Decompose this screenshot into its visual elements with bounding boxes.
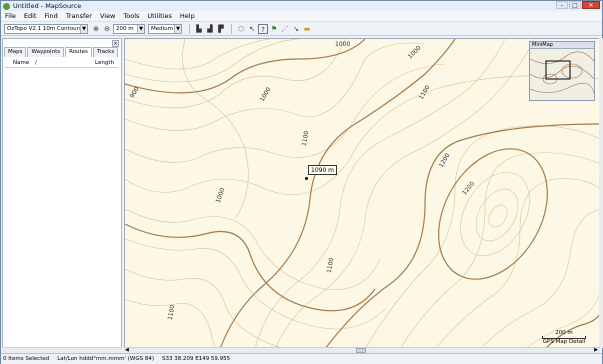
- mapsource-window: Untitled - MapSource – □ ✕ File Edit Fin…: [0, 0, 603, 364]
- sort-indicator: /: [35, 59, 37, 66]
- map-product-select[interactable]: OzTopo V2.1 10m Contours ▼: [4, 23, 88, 34]
- close-button[interactable]: ✕: [582, 1, 600, 9]
- zoom-level-value: 200 m: [116, 25, 134, 32]
- minimize-button[interactable]: –: [556, 1, 568, 9]
- menu-file[interactable]: File: [5, 12, 16, 20]
- tab-maps[interactable]: Maps: [4, 47, 27, 57]
- chevron-down-icon: ▼: [80, 24, 87, 33]
- map-product-value: OzTopo V2.1 10m Contours: [7, 25, 82, 32]
- detail-value: Medium: [151, 25, 173, 32]
- gps-map-detail-label: GPS Map Detail: [542, 339, 586, 345]
- toolbar-separator: [231, 23, 232, 34]
- chevron-down-icon: ▼: [137, 24, 144, 33]
- menu-tools[interactable]: Tools: [123, 12, 139, 20]
- status-selected: 0 Items Selected: [3, 356, 50, 362]
- menu-utilities[interactable]: Utilities: [147, 12, 171, 20]
- zoom-out-icon[interactable]: ⊖: [102, 24, 112, 34]
- routes-list-header: Name / Length: [5, 58, 118, 68]
- panel-tabs: Maps Waypoints Routes Tracks: [4, 47, 119, 57]
- tab-waypoints[interactable]: Waypoints: [27, 47, 65, 57]
- chevron-down-icon: ▼: [174, 24, 181, 33]
- status-coordinates: S33 38.209 E149 59.955: [161, 356, 231, 362]
- send-to-device-icon[interactable]: ▟: [205, 24, 215, 34]
- select-tool-icon[interactable]: ↖: [247, 24, 257, 34]
- toolbar-separator: [189, 23, 190, 34]
- map-view[interactable]: 1000 900 1000 1000 1100 1000 1100 1200 1…: [124, 38, 600, 348]
- column-length[interactable]: Length: [95, 60, 114, 66]
- toolbar: OzTopo V2.1 10m Contours ▼ ⊕ ⊖ 200 m ▼ M…: [1, 22, 602, 36]
- maximize-button[interactable]: □: [569, 1, 581, 9]
- menu-bar: File Edit Find Transfer View Tools Utili…: [1, 11, 602, 22]
- map-scale: 200 m GPS Map Detail: [539, 330, 589, 345]
- hand-tool-icon[interactable]: ?: [258, 23, 268, 34]
- minimap-panel[interactable]: MiniMap: [529, 41, 595, 101]
- left-panel: × Maps Waypoints Routes Tracks Name / Le…: [2, 38, 122, 353]
- zoom-level-select[interactable]: 200 m ▼: [113, 23, 145, 34]
- menu-view[interactable]: View: [100, 12, 115, 20]
- waypoint-tool-icon[interactable]: ⚑: [269, 24, 279, 34]
- window-controls: – □ ✕: [556, 1, 600, 10]
- zoom-in-icon[interactable]: ⊕: [91, 24, 101, 34]
- route-tool-icon[interactable]: ⋰: [280, 24, 290, 34]
- menu-edit[interactable]: Edit: [24, 12, 37, 20]
- tab-routes[interactable]: Routes: [65, 47, 92, 57]
- contour-label: 1000: [335, 41, 351, 48]
- window-title: Untitled - MapSource: [13, 2, 82, 10]
- menu-transfer[interactable]: Transfer: [66, 12, 92, 20]
- minimap-title: MiniMap: [530, 42, 594, 49]
- status-position-format: Lat/Lon hddd°mm.mmm' (WGS 84): [57, 356, 154, 362]
- column-name[interactable]: Name: [5, 60, 35, 66]
- close-icon[interactable]: ×: [112, 40, 119, 47]
- menu-help[interactable]: Help: [180, 12, 195, 20]
- tab-tracks[interactable]: Tracks: [92, 47, 119, 57]
- app-icon: [3, 2, 10, 10]
- status-bar: 0 Items Selected Lat/Lon hddd°mm.mmm' (W…: [1, 353, 602, 364]
- map-vertical-scrollbar[interactable]: [599, 38, 603, 348]
- title-bar: Untitled - MapSource – □ ✕: [1, 1, 602, 11]
- detail-select[interactable]: Medium ▼: [148, 23, 182, 34]
- menu-find[interactable]: Find: [44, 12, 57, 20]
- zoom-tool-icon[interactable]: ⬡: [236, 24, 246, 34]
- elevation-tooltip: 1090 m: [308, 165, 338, 175]
- measure-tool-icon[interactable]: ▬: [302, 24, 312, 34]
- cursor-point-icon: [305, 177, 308, 180]
- device-icon[interactable]: ▛: [216, 24, 226, 34]
- receive-from-device-icon[interactable]: ▙: [194, 24, 204, 34]
- minimap-thumbnail: [529, 51, 595, 94]
- track-tool-icon[interactable]: ↘: [291, 24, 301, 34]
